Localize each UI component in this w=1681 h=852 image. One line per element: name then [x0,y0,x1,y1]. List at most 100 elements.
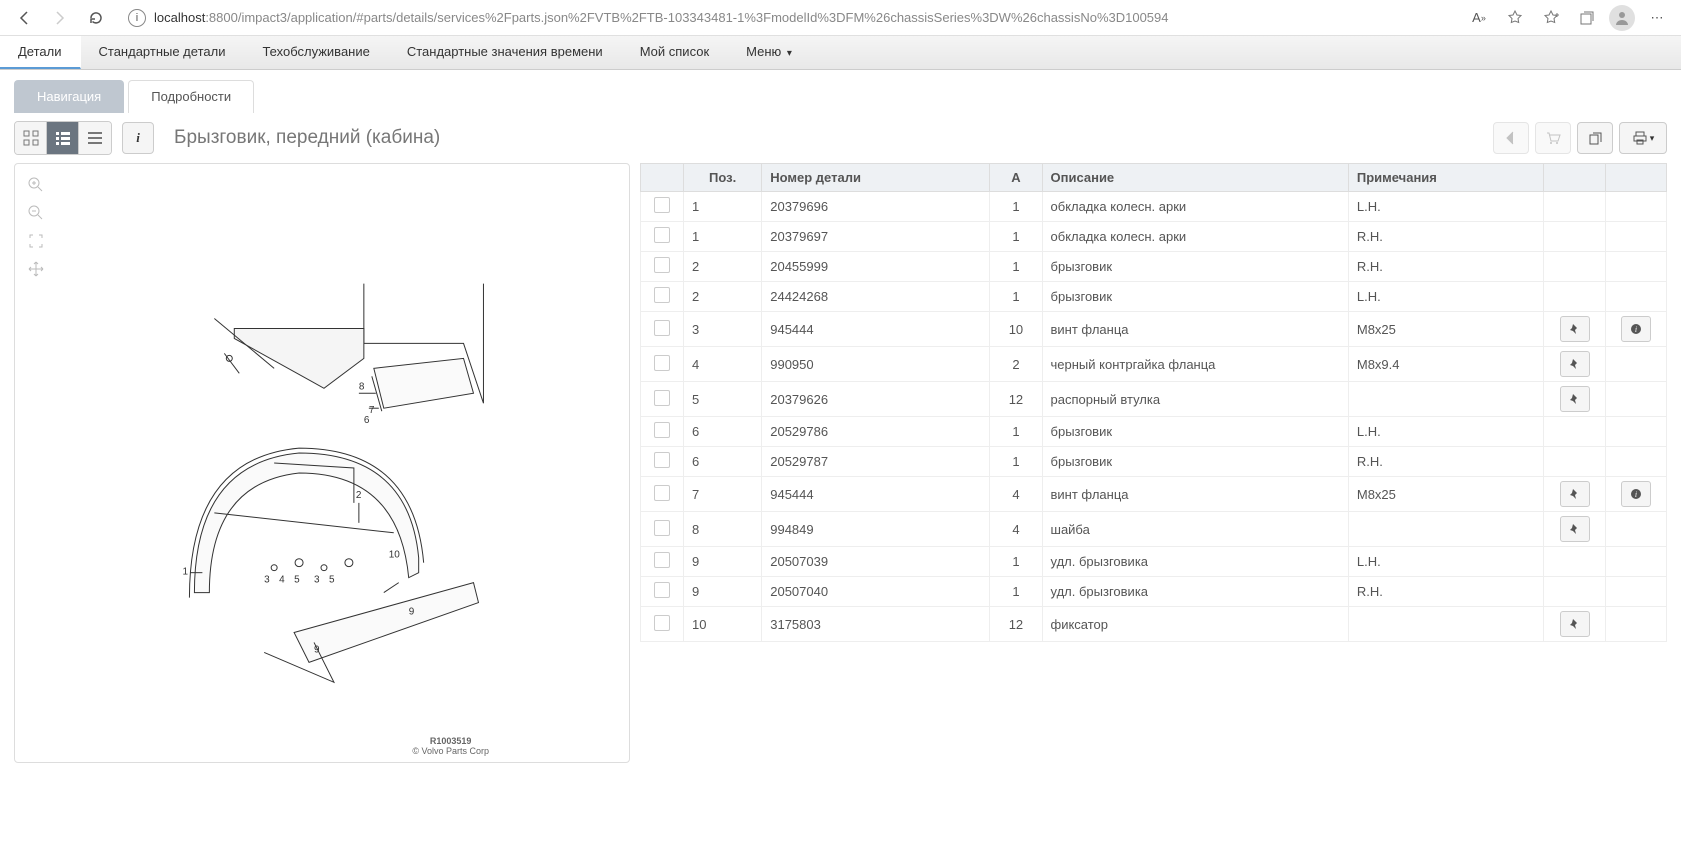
cell-note: M8x9.4 [1348,347,1544,382]
table-row[interactable]: 394544410винт фланцаM8x25i [641,312,1667,347]
row-checkbox[interactable] [654,197,670,213]
row-info-button[interactable]: i [1621,481,1651,507]
table-row[interactable]: 89948494шайба [641,512,1667,547]
cell-note: M8x25 [1348,477,1544,512]
row-checkbox[interactable] [654,390,670,406]
tab-navigation[interactable]: Навигация [14,80,124,113]
cell-part: 20379696 [762,192,990,222]
pin-button[interactable] [1560,351,1590,377]
cell-pos: 8 [684,512,762,547]
parts-table-panel: Поз. Номер детали А Описание Примечания … [640,163,1667,763]
cell-note: R.H. [1348,252,1544,282]
print-button[interactable]: ▾ [1619,122,1667,154]
svg-text:7: 7 [369,405,375,416]
nav-my-list[interactable]: Мой список [622,36,728,69]
col-part[interactable]: Номер детали [762,164,990,192]
cell-note: R.H. [1348,222,1544,252]
pin-button[interactable] [1560,386,1590,412]
view-list-button[interactable] [79,122,111,154]
table-row[interactable]: 49909502черный контргайка фланцаM8x9.4 [641,347,1667,382]
row-checkbox[interactable] [654,485,670,501]
col-pos[interactable]: Поз. [684,164,762,192]
table-row[interactable]: 79454444винт фланцаM8x25i [641,477,1667,512]
forward-button[interactable] [46,4,74,32]
table-row[interactable]: 9205070391удл. брызговикаL.H. [641,547,1667,577]
view-split-button[interactable] [47,122,79,154]
view-mode-group [14,121,112,155]
table-row[interactable]: 6205297861брызговикL.H. [641,417,1667,447]
url-bar[interactable]: i localhost:8800/impact3/application/#pa… [118,5,1457,31]
svg-text:9: 9 [409,607,415,618]
cell-pos: 2 [684,282,762,312]
cell-qty: 1 [990,222,1042,252]
row-checkbox[interactable] [654,615,670,631]
read-aloud-icon[interactable]: A» [1465,4,1493,32]
table-row[interactable]: 2204559991брызговикR.H. [641,252,1667,282]
col-qty[interactable]: А [990,164,1042,192]
row-checkbox[interactable] [654,582,670,598]
parts-diagram[interactable]: 1 8 2 7 6 3 4 5 3 5 10 9 9 [15,164,629,762]
nav-standard-times[interactable]: Стандартные значения времени [389,36,622,69]
caret-down-icon: ▾ [787,48,792,59]
refresh-button[interactable] [82,4,110,32]
parts-table: Поз. Номер детали А Описание Примечания … [640,163,1667,642]
table-row[interactable]: 1203796961обкладка колесн. аркиL.H. [641,192,1667,222]
copy-button[interactable] [1577,122,1613,154]
svg-text:3: 3 [314,575,320,586]
cell-qty: 1 [990,192,1042,222]
svg-text:2: 2 [356,490,362,501]
tab-details[interactable]: Подробности [128,80,254,113]
cell-part: 20529787 [762,447,990,477]
nav-details[interactable]: Детали [0,36,81,69]
svg-text:1: 1 [182,567,188,578]
row-checkbox[interactable] [654,552,670,568]
back-button[interactable] [10,4,38,32]
col-note[interactable]: Примечания [1348,164,1544,192]
row-checkbox[interactable] [654,287,670,303]
nav-menu[interactable]: Меню ▾ [728,36,811,69]
row-checkbox[interactable] [654,520,670,536]
site-info-icon: i [128,9,146,27]
cell-pos: 5 [684,382,762,417]
svg-text:10: 10 [389,550,401,561]
more-icon[interactable]: ⋯ [1643,4,1671,32]
pin-button[interactable] [1560,611,1590,637]
col-desc[interactable]: Описание [1042,164,1348,192]
collections-icon[interactable] [1573,4,1601,32]
row-checkbox[interactable] [654,452,670,468]
table-row[interactable]: 1203796971обкладка колесн. аркиR.H. [641,222,1667,252]
cell-qty: 10 [990,312,1042,347]
cell-desc: удл. брызговика [1042,577,1348,607]
cart-button[interactable] [1535,122,1571,154]
pin-button[interactable] [1560,516,1590,542]
url-path: :8800/impact3/application/#parts/details… [205,10,1168,25]
nav-maintenance[interactable]: Техобслуживание [244,36,388,69]
cell-desc: брызговик [1042,417,1348,447]
info-button[interactable]: i [122,122,154,154]
favorites-icon[interactable] [1537,4,1565,32]
cell-part: 20529786 [762,417,990,447]
table-row[interactable]: 10317580312фиксатор [641,607,1667,642]
back-nav-button[interactable] [1493,122,1529,154]
row-checkbox[interactable] [654,422,670,438]
row-checkbox[interactable] [654,355,670,371]
view-grid-button[interactable] [15,122,47,154]
pin-button[interactable] [1560,316,1590,342]
row-checkbox[interactable] [654,227,670,243]
url-host: localhost [154,10,205,25]
profile-icon[interactable] [1609,5,1635,31]
cell-pos: 7 [684,477,762,512]
cell-qty: 1 [990,417,1042,447]
row-checkbox[interactable] [654,320,670,336]
row-info-button[interactable]: i [1621,316,1651,342]
table-row[interactable]: 9205070401удл. брызговикаR.H. [641,577,1667,607]
pin-button[interactable] [1560,481,1590,507]
nav-standard-parts[interactable]: Стандартные детали [81,36,245,69]
cell-desc: фиксатор [1042,607,1348,642]
table-row[interactable]: 52037962612распорный втулка [641,382,1667,417]
table-row[interactable]: 2244242681брызговикL.H. [641,282,1667,312]
star-settings-icon[interactable] [1501,4,1529,32]
table-row[interactable]: 6205297871брызговикR.H. [641,447,1667,477]
row-checkbox[interactable] [654,257,670,273]
cell-note [1348,382,1544,417]
